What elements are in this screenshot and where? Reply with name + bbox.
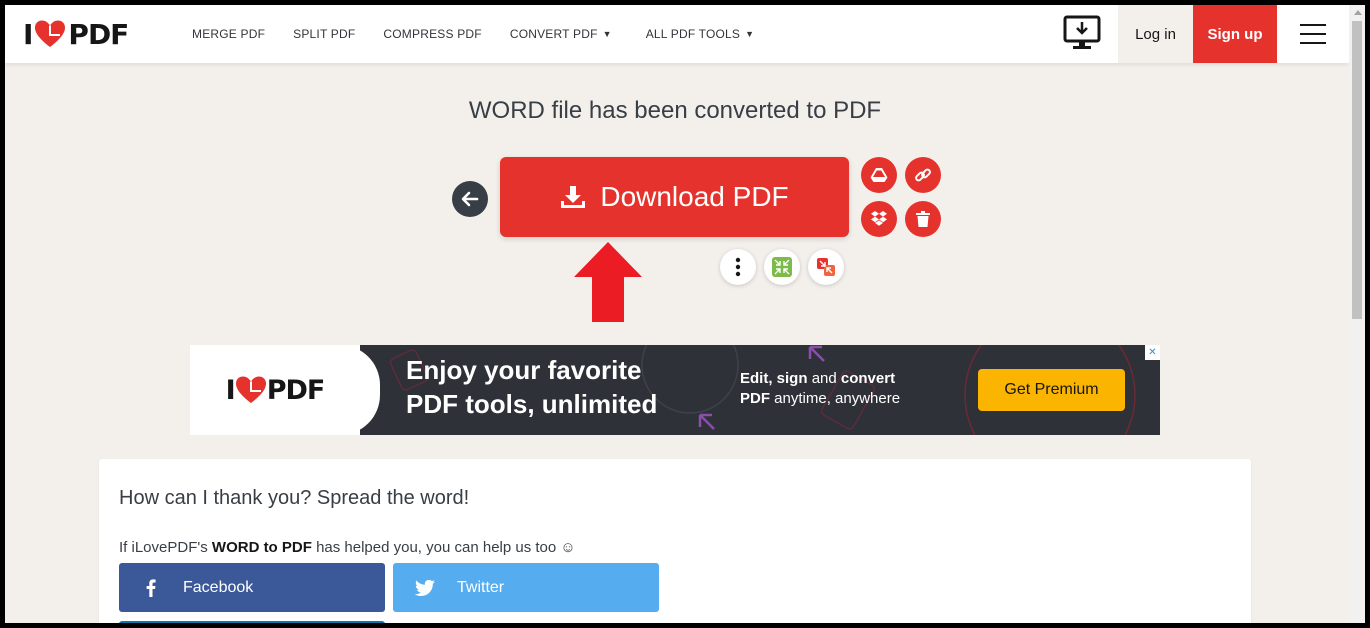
- more-options-button[interactable]: [720, 249, 756, 285]
- ad-sub-pdf: PDF: [740, 390, 770, 407]
- ad-headline: Enjoy your favorite PDF tools, unlimited: [406, 353, 736, 421]
- ad-close-glyph: ✕: [1148, 347, 1157, 358]
- share-text-suffix: has helped you, you can help us too ☺: [316, 539, 576, 556]
- copy-link-button[interactable]: [905, 157, 941, 193]
- page-title: WORD file has been converted to PDF: [468, 97, 882, 124]
- download-pdf-label: Download PDF: [600, 181, 789, 212]
- site-header: I PDF MERGE PDF SPLIT PDF COMPRESS PDF C…: [5, 5, 1349, 63]
- nav-compress-pdf-label: COMPRESS PDF: [383, 27, 482, 41]
- heart-icon: [35, 20, 66, 47]
- organize-icon: [817, 258, 835, 276]
- get-premium-button[interactable]: Get Premium: [978, 369, 1125, 411]
- download-icon: [561, 186, 586, 208]
- trash-icon: [916, 211, 930, 227]
- desktop-download-icon[interactable]: [1063, 15, 1101, 51]
- share-text-prefix: If iLovePDF's: [119, 539, 208, 556]
- main-nav: MERGE PDF SPLIT PDF COMPRESS PDF CONVERT…: [192, 5, 782, 63]
- google-drive-button[interactable]: [861, 157, 897, 193]
- ad-sub-and: and: [811, 370, 837, 387]
- ad-headline-line-2: PDF tools, unlimited: [406, 389, 658, 419]
- dropbox-button[interactable]: [861, 201, 897, 237]
- hamburger-line: [1300, 42, 1326, 44]
- organize-pdf-tool-button[interactable]: [808, 249, 844, 285]
- ad-logo: I PDF: [190, 345, 380, 435]
- ad-close-icon[interactable]: ✕: [1145, 345, 1160, 360]
- ad-logo-text-pdf: PDF: [266, 374, 326, 406]
- nav-all-pdf-tools-label: ALL PDF TOOLS: [645, 27, 741, 41]
- arrow-left-icon: [461, 191, 479, 207]
- facebook-label: Facebook: [183, 578, 254, 596]
- scrollbar-thumb[interactable]: [1352, 21, 1362, 319]
- nav-merge-pdf-label: MERGE PDF: [192, 27, 266, 41]
- nav-compress-pdf[interactable]: COMPRESS PDF: [383, 27, 481, 41]
- ad-sub-sign: sign: [776, 370, 808, 387]
- share-text-tool: WORD to PDF: [211, 539, 312, 556]
- caret-down-icon: ▼: [745, 29, 755, 39]
- nav-split-pdf-label: SPLIT PDF: [293, 27, 356, 41]
- linkedin-share-button-partial[interactable]: [119, 621, 385, 623]
- ilovepdf-logo[interactable]: I PDF: [23, 17, 129, 51]
- pointer-arrow-icon: [574, 242, 642, 322]
- caret-down-icon: ▼: [602, 29, 612, 39]
- link-icon: [915, 168, 931, 182]
- vertical-dots-icon: [735, 257, 741, 277]
- facebook-share-button[interactable]: Facebook: [119, 563, 385, 612]
- share-title: How can I thank you? Spread the word!: [119, 487, 470, 509]
- ad-sub-rest: anytime, anywhere: [774, 390, 901, 407]
- twitter-icon: [393, 579, 457, 596]
- login-button[interactable]: Log in: [1118, 5, 1193, 63]
- hamburger-menu-icon[interactable]: [1300, 24, 1326, 44]
- compress-icon: [772, 257, 792, 277]
- hamburger-line: [1300, 33, 1326, 35]
- nav-convert-pdf[interactable]: CONVERT PDF ▼: [510, 27, 612, 41]
- nav-split-pdf[interactable]: SPLIT PDF: [293, 27, 355, 41]
- back-button[interactable]: [452, 181, 488, 217]
- nav-merge-pdf[interactable]: MERGE PDF: [192, 27, 265, 41]
- google-drive-icon: [870, 168, 888, 182]
- twitter-label: Twitter: [457, 578, 505, 596]
- ad-sub-convert: convert: [840, 370, 896, 387]
- dropbox-icon: [871, 211, 887, 226]
- scroll-up-arrow-icon[interactable]: [1354, 10, 1362, 15]
- share-text: If iLovePDF's WORD to PDF has helped you…: [119, 539, 576, 556]
- delete-button[interactable]: [905, 201, 941, 237]
- twitter-share-button[interactable]: Twitter: [393, 563, 659, 612]
- hamburger-line: [1300, 24, 1326, 26]
- ad-headline-line-1: Enjoy your favorite: [406, 355, 642, 385]
- facebook-icon: [119, 578, 183, 597]
- logo-text-pdf: PDF: [68, 17, 129, 51]
- signup-button[interactable]: Sign up: [1193, 5, 1277, 63]
- logo-letter-i: I: [23, 17, 33, 51]
- nav-all-pdf-tools[interactable]: ALL PDF TOOLS ▼: [646, 27, 755, 41]
- download-pdf-button[interactable]: Download PDF: [500, 157, 849, 237]
- browser-viewport: I PDF MERGE PDF SPLIT PDF COMPRESS PDF C…: [5, 5, 1365, 623]
- nav-convert-pdf-label: CONVERT PDF: [509, 27, 598, 41]
- ad-logo-letter-i: I: [225, 374, 236, 406]
- share-card: How can I thank you? Spread the word! If…: [99, 459, 1251, 623]
- ad-sub-edit: Edit,: [740, 370, 773, 387]
- premium-ad-banner[interactable]: I PDF Enjoy your favorite PDF tools, unl…: [190, 345, 1160, 435]
- compress-pdf-tool-button[interactable]: [764, 249, 800, 285]
- ad-subtext: Edit, sign and convert PDF anytime, anyw…: [740, 369, 970, 409]
- heart-icon: [235, 376, 266, 403]
